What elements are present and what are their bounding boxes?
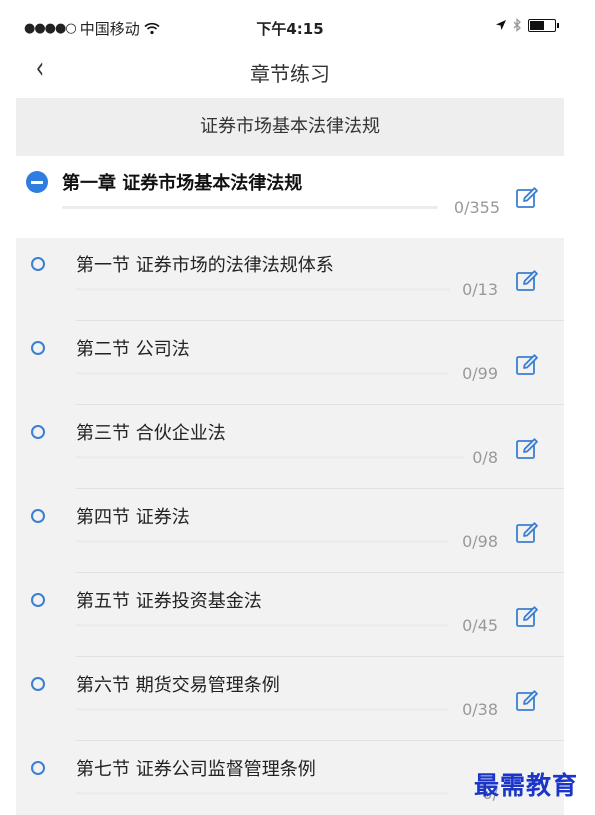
section-row-4[interactable]: 第四节 证券法 0/98 bbox=[16, 490, 564, 573]
section-row-3[interactable]: 第三节 合伙企业法 0/8 bbox=[16, 406, 564, 489]
section-title: 第七节 证券公司监督管理条例 bbox=[76, 759, 316, 780]
section-title: 第二节 公司法 bbox=[76, 339, 190, 360]
node-icon bbox=[31, 257, 45, 271]
chapter-row[interactable]: 第一章 证券市场基本法律法规 0/355 bbox=[16, 156, 564, 238]
section-title: 第六节 期货交易管理条例 bbox=[76, 675, 280, 696]
nav-bar: ‹ 章节练习 bbox=[16, 44, 564, 98]
bluetooth-icon bbox=[513, 18, 521, 32]
section-row-1[interactable]: 第一节 证券市场的法律法规体系 0/13 bbox=[16, 238, 564, 321]
status-time: 下午4:15 bbox=[256, 20, 324, 38]
section-progress-bar bbox=[76, 456, 464, 459]
section-progress-bar bbox=[76, 792, 448, 795]
section-count: 0/99 bbox=[462, 364, 498, 383]
status-right bbox=[495, 18, 559, 32]
edit-icon[interactable] bbox=[515, 689, 539, 713]
section-title: 第四节 证券法 bbox=[76, 507, 190, 528]
node-icon bbox=[31, 593, 45, 607]
page-title: 章节练习 bbox=[250, 62, 330, 86]
divider bbox=[76, 740, 564, 741]
section-title: 第三节 合伙企业法 bbox=[76, 423, 226, 444]
section-progress-bar bbox=[76, 288, 451, 291]
edit-icon[interactable] bbox=[515, 269, 539, 293]
section-title: 第一节 证券市场的法律法规体系 bbox=[76, 255, 334, 276]
node-icon bbox=[31, 677, 45, 691]
chapter-title: 第一章 证券市场基本法律法规 bbox=[62, 173, 303, 194]
node-icon bbox=[31, 341, 45, 355]
node-icon bbox=[31, 509, 45, 523]
edit-icon[interactable] bbox=[515, 521, 539, 545]
section-progress-bar bbox=[76, 540, 448, 543]
watermark-logo: 最需教育 bbox=[474, 771, 579, 800]
edit-icon[interactable] bbox=[515, 353, 539, 377]
chapter-progress-bar bbox=[62, 206, 438, 209]
node-icon bbox=[31, 761, 45, 775]
divider bbox=[76, 404, 564, 405]
subject-header: 证券市场基本法律法规 bbox=[16, 98, 564, 156]
status-bar: ●●●●○ 中国移动 下午4:15 bbox=[16, 14, 564, 42]
chapter-count: 0/355 bbox=[453, 198, 500, 217]
section-count: 0/98 bbox=[462, 532, 498, 551]
section-count: 0/13 bbox=[462, 280, 498, 299]
section-list: 第一节 证券市场的法律法规体系 0/13 第二节 公司法 0/99 第三节 合伙… bbox=[16, 238, 564, 815]
divider bbox=[76, 656, 564, 657]
section-progress-bar bbox=[76, 372, 448, 375]
section-count: 0/45 bbox=[462, 616, 498, 635]
edit-icon[interactable] bbox=[515, 437, 539, 461]
divider bbox=[76, 572, 564, 573]
section-row-6[interactable]: 第六节 期货交易管理条例 0/38 bbox=[16, 658, 564, 741]
edit-icon[interactable] bbox=[515, 605, 539, 629]
collapse-icon[interactable] bbox=[26, 171, 48, 193]
section-progress-bar bbox=[76, 624, 448, 627]
location-arrow-icon bbox=[496, 20, 506, 30]
edit-icon[interactable] bbox=[515, 186, 539, 210]
divider bbox=[76, 320, 564, 321]
section-row-2[interactable]: 第二节 公司法 0/99 bbox=[16, 322, 564, 405]
section-count: 0/8 bbox=[472, 448, 498, 467]
section-row-5[interactable]: 第五节 证券投资基金法 0/45 bbox=[16, 574, 564, 657]
divider bbox=[76, 488, 564, 489]
section-count: 0/38 bbox=[462, 700, 498, 719]
section-title: 第五节 证券投资基金法 bbox=[76, 591, 262, 612]
app-screen: ●●●●○ 中国移动 下午4:15 ‹ 章节练习 证券市场基本法律法规 第一章 … bbox=[16, 0, 564, 815]
section-progress-bar bbox=[76, 708, 448, 711]
node-icon bbox=[31, 425, 45, 439]
battery-icon bbox=[528, 18, 559, 32]
